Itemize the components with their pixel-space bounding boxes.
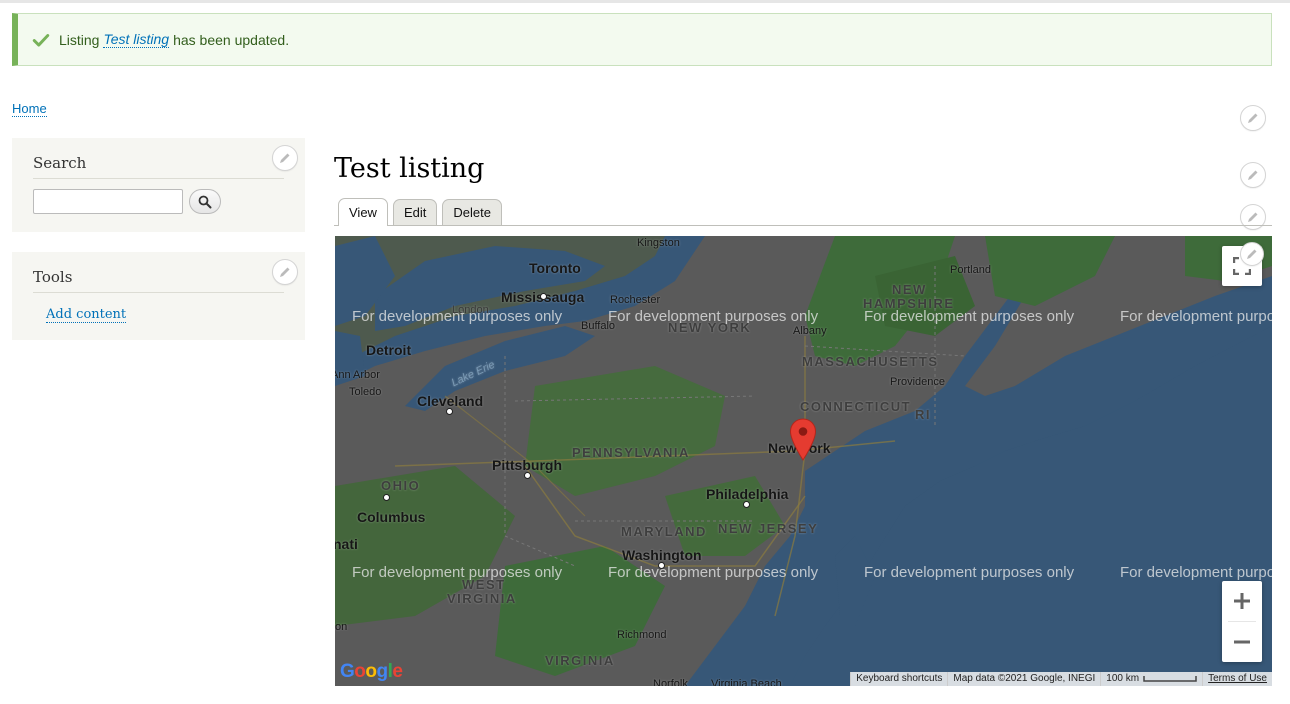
breadcrumb-edit-button[interactable] <box>1240 105 1266 131</box>
status-message: Listing Test listing has been updated. <box>12 13 1272 66</box>
tab-edit[interactable]: Edit <box>392 199 438 225</box>
tab-delete[interactable]: Delete <box>442 199 502 225</box>
minus-icon <box>1234 640 1250 644</box>
map-label-rochester: Rochester <box>610 294 661 306</box>
map-state-virginia: VIRGINIA <box>545 653 615 668</box>
pencil-icon <box>280 267 290 277</box>
tab-view[interactable]: View <box>338 198 388 226</box>
pencil-icon <box>1247 249 1257 259</box>
local-tasks-tabs: View Edit Delete <box>334 198 1272 226</box>
map-watermark: For development purposes only <box>352 564 563 581</box>
tools-block-title: Tools <box>33 268 284 293</box>
google-map[interactable]: For development purposes only For develo… <box>335 236 1272 686</box>
map-state-pennsylvania: PENNSYLVANIA <box>572 445 690 460</box>
map-label-toronto: Toronto <box>529 260 581 276</box>
map-state-ri: RI <box>915 407 931 422</box>
map-city-dot <box>658 562 665 569</box>
map-label-philadelphia: Philadelphia <box>706 486 789 502</box>
map-watermark: For development purposes only <box>1120 308 1272 325</box>
map-label-washington: Washington <box>622 547 702 563</box>
pencil-icon <box>1248 113 1258 123</box>
map-label-london: London <box>452 304 489 316</box>
search-block: Search <box>12 138 305 232</box>
tools-block: Tools Add content <box>12 252 305 340</box>
zoom-in-button[interactable] <box>1222 581 1262 621</box>
map-city-dot <box>383 494 390 501</box>
add-content-link[interactable]: Add content <box>46 307 127 323</box>
keyboard-shortcuts-link[interactable]: Keyboard shortcuts <box>850 672 948 686</box>
search-form <box>33 189 284 214</box>
map-city-dot <box>540 293 547 300</box>
zoom-out-button[interactable] <box>1222 622 1262 662</box>
map-label-portland: Portland <box>950 264 991 276</box>
map-label-toledo: Toledo <box>349 386 382 398</box>
map-watermark: For development purposes only <box>1120 564 1272 581</box>
map-label-richmond: Richmond <box>617 629 667 641</box>
map-city-dot <box>446 408 453 415</box>
map-state-connecticut: CONNECTICUT <box>800 399 912 414</box>
status-suffix: has been updated. <box>173 31 290 48</box>
map-state-ohio: OHIO <box>381 478 421 493</box>
map-state-new-jersey: NEW JERSEY <box>718 521 819 536</box>
terms-of-use-link[interactable]: Terms of Use <box>1202 672 1272 686</box>
search-button[interactable] <box>189 189 221 214</box>
map-label-albany: Albany <box>793 325 827 337</box>
map-state-massachusetts: MASSACHUSETTS <box>802 354 939 369</box>
page-title: Test listing <box>334 153 485 184</box>
map-state-new-hampshire: NEW <box>892 282 927 297</box>
map-label-detroit: Detroit <box>366 342 412 358</box>
map-state-west-virginia: WEST <box>462 577 506 592</box>
map-label-charleston: on <box>335 621 348 633</box>
map-scale-label: 100 km <box>1106 673 1140 684</box>
map-label-cleveland: Cleveland <box>417 393 484 409</box>
scale-bar <box>1143 676 1197 682</box>
map-label-virginia-beach: Virginia Beach <box>711 678 782 686</box>
map-edit-button[interactable] <box>1240 242 1264 266</box>
map-city-dot <box>524 472 531 479</box>
map-label-pittsburgh: Pittsburgh <box>492 457 562 473</box>
map-state-west-virginia: VIRGINIA <box>447 591 517 606</box>
map-label-kingston: Kingston <box>637 237 680 249</box>
map-scale[interactable]: 100 km <box>1100 672 1203 686</box>
map-attribution: Keyboard shortcuts Map data ©2021 Google… <box>850 672 1272 686</box>
map-city-dot <box>743 501 750 508</box>
status-prefix: Listing <box>59 31 100 48</box>
map-zoom-control <box>1222 581 1262 662</box>
map-data-text: Map data ©2021 Google, INEGI <box>947 672 1101 686</box>
google-logo[interactable]: Google <box>340 661 403 683</box>
magnifier-icon <box>198 195 212 208</box>
breadcrumb-home-link[interactable]: Home <box>12 101 47 117</box>
map-label-columbus: Columbus <box>357 509 426 525</box>
check-icon <box>32 33 50 47</box>
map-watermark: For development purposes only <box>608 564 819 581</box>
top-border <box>0 0 1290 3</box>
pencil-icon <box>280 153 290 163</box>
map-pin-icon[interactable] <box>789 418 817 462</box>
breadcrumb: Home <box>12 101 47 117</box>
map-watermark: For development purposes only <box>864 564 1075 581</box>
tools-block-edit-button[interactable] <box>272 259 298 285</box>
map-label-ann-arbor: Ann Arbor <box>335 369 380 381</box>
search-block-title: Search <box>33 154 284 179</box>
map-label-cincinnati: nati <box>335 536 358 552</box>
map-state-new-hampshire: HAMPSHIRE <box>863 296 955 311</box>
title-edit-button[interactable] <box>1240 162 1266 188</box>
plus-icon <box>1234 593 1250 609</box>
map-label-norfolk: Norfolk <box>653 678 688 686</box>
search-input[interactable] <box>33 189 183 214</box>
map-label-buffalo: Buffalo <box>581 320 616 332</box>
map-state-maryland: MARYLAND <box>621 524 707 539</box>
status-listing-link[interactable]: Test listing <box>103 31 170 48</box>
map-label-providence: Providence <box>890 376 946 388</box>
pencil-icon <box>1248 170 1258 180</box>
map-state-new-york: NEW YORK <box>668 320 752 335</box>
search-block-edit-button[interactable] <box>272 145 298 171</box>
